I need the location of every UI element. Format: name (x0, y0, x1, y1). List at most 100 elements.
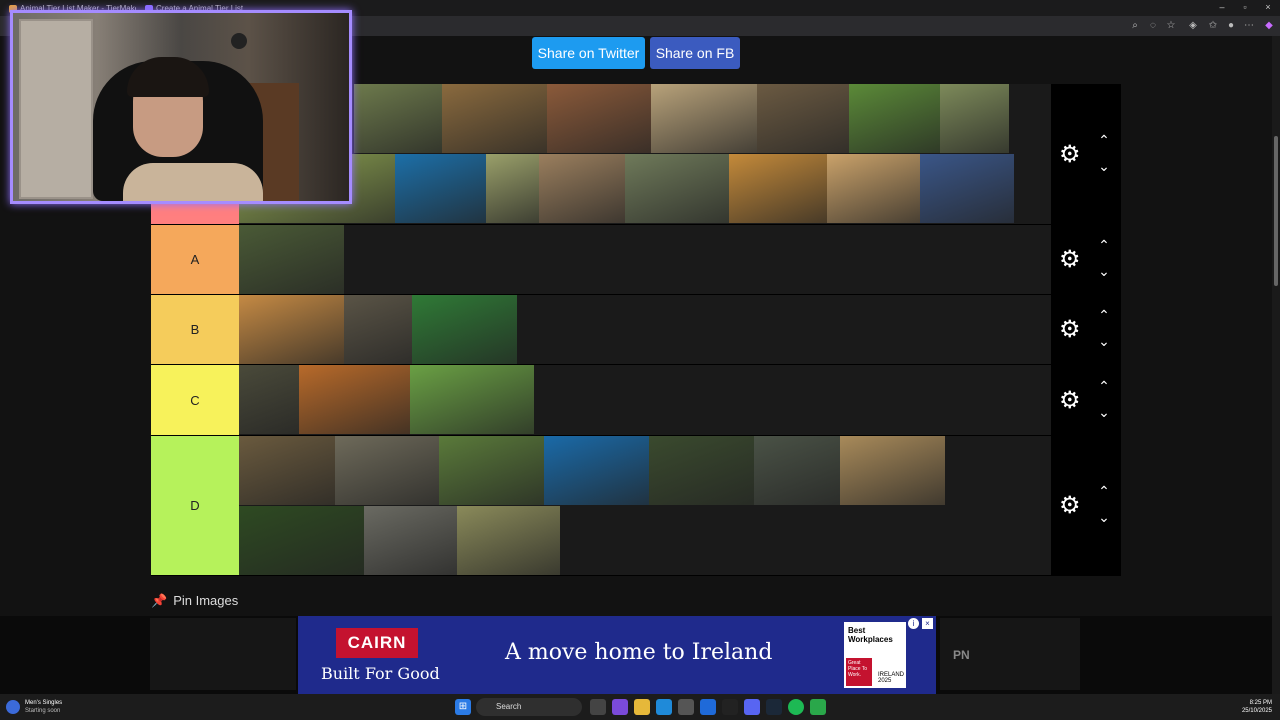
tier-image[interactable]: bald eagle (920, 154, 1014, 223)
puzzle-icon[interactable]: ◈ (1186, 19, 1200, 33)
pin-images-toggle[interactable]: 📌 Pin Images (151, 593, 238, 609)
tier-items[interactable]: white-tailed deer (239, 225, 1051, 294)
chevron-up-icon[interactable]: ⌃ (1095, 379, 1113, 393)
tier-image[interactable]: goat (940, 84, 1009, 153)
tier-row: Dcapybaracrocodilealligatordolphinchimpa… (151, 436, 1121, 576)
tier-image[interactable]: aardwolf (625, 154, 729, 223)
chevron-up-icon[interactable]: ⌃ (1095, 133, 1113, 147)
spotify-icon[interactable] (788, 699, 804, 715)
weather-widget-icon[interactable] (6, 700, 20, 714)
tier-image[interactable]: water buffalo (364, 506, 457, 575)
tier-items[interactable]: chipmunkchickenaardvarkhoney badgerbeave… (239, 84, 1051, 224)
tier-image[interactable]: chipmunk (354, 84, 442, 153)
scroll-thumb[interactable] (1274, 136, 1278, 286)
tier-items[interactable]: capybaracrocodilealligatordolphinchimpan… (239, 436, 1051, 575)
tier-image[interactable]: cow (410, 365, 534, 434)
share-fb-button[interactable]: Share on FB (650, 37, 740, 69)
tier-image[interactable]: bullfrog (849, 84, 940, 153)
tier-items[interactable]: camelbabooneel (239, 295, 1051, 364)
profile-avatar-icon[interactable]: ● (1224, 19, 1238, 33)
favorites-icon[interactable]: ✩ (1206, 19, 1220, 33)
tier-label[interactable]: D (151, 436, 239, 575)
tier-image-name: cow (410, 425, 534, 434)
page-scrollbar[interactable] (1272, 36, 1280, 694)
tier-image[interactable]: capybara (239, 436, 335, 505)
tier-label[interactable]: A (151, 225, 239, 294)
tier-image[interactable]: eel (412, 295, 517, 364)
tier-items[interactable]: cassowarycobracow (239, 365, 1051, 435)
tier-image-name: alpaca (486, 214, 539, 223)
webcam-overlay (10, 10, 352, 204)
tier-image[interactable]: dingo (827, 154, 920, 223)
tier-image[interactable]: aardvark (547, 84, 651, 153)
tier-image[interactable]: barracuda (395, 154, 486, 223)
tier-image[interactable]: cheetah (457, 506, 560, 575)
tier-image[interactable]: wild boar (754, 436, 840, 505)
tier-image-name: chicken (442, 144, 547, 153)
more-icon[interactable]: ⋯ (1242, 19, 1256, 33)
edge-icon[interactable] (656, 699, 672, 715)
copilot-taskbar-icon[interactable] (612, 699, 628, 715)
steam-icon[interactable] (766, 699, 782, 715)
tier-image-name: chipmunk (354, 144, 442, 153)
tier-image[interactable]: bison (840, 436, 945, 505)
outlook-icon[interactable] (700, 699, 716, 715)
ad-info-icon[interactable]: i (908, 618, 919, 629)
unranked-image[interactable] (150, 618, 296, 690)
tier-image[interactable]: cassowary (239, 365, 299, 434)
tier-image[interactable]: camel (239, 295, 344, 364)
tier-image[interactable]: chimpanzee (649, 436, 754, 505)
gear-icon[interactable]: ⚙ (1059, 388, 1081, 412)
chevron-down-icon[interactable]: ⌄ (1095, 334, 1113, 348)
gear-icon[interactable]: ⚙ (1059, 494, 1081, 518)
task-view-icon[interactable] (590, 699, 606, 715)
tier-label[interactable]: C (151, 365, 239, 435)
chevron-down-icon[interactable]: ⌄ (1095, 159, 1113, 173)
tier-image-name: cheetah (457, 566, 560, 575)
tier-image[interactable]: chicken (442, 84, 547, 153)
tier-image[interactable]: white-tailed deer (239, 225, 344, 294)
chevron-down-icon[interactable]: ⌄ (1095, 264, 1113, 278)
minimize-icon[interactable]: – (1212, 2, 1232, 12)
chevron-down-icon[interactable]: ⌄ (1095, 405, 1113, 419)
tier-image[interactable]: alpaca (486, 154, 539, 223)
taskbar-search-label: Search (496, 702, 522, 711)
tier-image[interactable]: coyote (539, 154, 625, 223)
app-green-icon[interactable] (810, 699, 826, 715)
tier-image[interactable]: baboon (344, 295, 412, 364)
gear-icon[interactable]: ⚙ (1059, 248, 1081, 272)
tier-image[interactable]: alligator (439, 436, 544, 505)
tier-image[interactable]: black bear (239, 506, 364, 575)
discord-icon[interactable] (744, 699, 760, 715)
app-icon[interactable] (722, 699, 738, 715)
tier-image[interactable]: honey badger (651, 84, 757, 153)
file-explorer-icon[interactable] (634, 699, 650, 715)
chevron-up-icon[interactable]: ⌃ (1095, 308, 1113, 322)
search-icon[interactable]: ⌕ (1128, 19, 1142, 33)
chevron-up-icon[interactable]: ⌃ (1095, 484, 1113, 498)
ad-close-icon[interactable]: × (922, 618, 933, 629)
tier-image[interactable]: dolphin (544, 436, 649, 505)
taskbar-search[interactable]: Search (476, 698, 582, 716)
webcam-person-body (123, 163, 263, 201)
share-twitter-button[interactable]: Share on Twitter (532, 37, 645, 69)
start-icon[interactable]: ⊞ (455, 699, 471, 715)
extension-icon[interactable]: ◌ (1146, 19, 1160, 33)
ad-banner[interactable]: CAIRN Built For Good A move home to Irel… (298, 616, 936, 694)
tier-image[interactable]: cobra (299, 365, 410, 434)
tier-image[interactable]: beaver (757, 84, 849, 153)
tier-image[interactable]: cougar (729, 154, 827, 223)
star-icon[interactable]: ☆ (1164, 19, 1178, 33)
tier-label[interactable]: B (151, 295, 239, 364)
copilot-icon[interactable]: ◆ (1262, 19, 1276, 33)
chevron-down-icon[interactable]: ⌄ (1095, 510, 1113, 524)
gear-icon[interactable]: ⚙ (1059, 318, 1081, 342)
store-icon[interactable] (678, 699, 694, 715)
tier-image[interactable]: crocodile (335, 436, 439, 505)
close-window-icon[interactable]: × (1258, 2, 1278, 12)
gear-icon[interactable]: ⚙ (1059, 142, 1081, 166)
tier-image-name: crocodile (335, 496, 439, 505)
tier-image-name: bison (840, 496, 945, 505)
maximize-icon[interactable]: ▫ (1235, 2, 1255, 12)
chevron-up-icon[interactable]: ⌃ (1095, 238, 1113, 252)
